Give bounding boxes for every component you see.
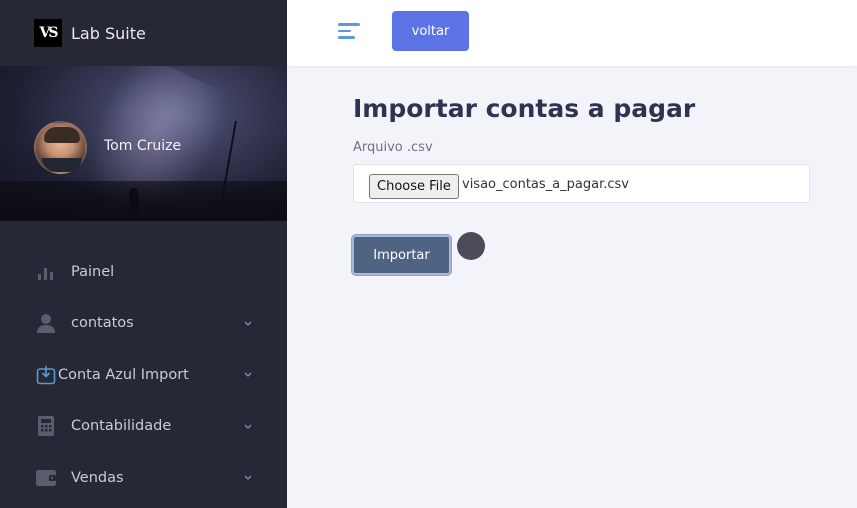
brand[interactable]: VS Lab Suite (0, 0, 287, 66)
download-box-icon (36, 365, 56, 385)
sidebar-item-label: Painel (71, 263, 115, 280)
ground-silhouette (0, 181, 287, 221)
file-input[interactable]: Choose File visao_contas_a_pagar.csv (353, 164, 810, 203)
sidebar-item-contatos[interactable]: contatos (0, 298, 287, 350)
sidebar-menu: Painel contatos Conta Azul Import Contab… (0, 246, 287, 504)
sidebar-item-painel[interactable]: Painel (0, 246, 287, 298)
sidebar-item-vendas[interactable]: Vendas (0, 452, 287, 504)
selected-file-name: visao_contas_a_pagar.csv (462, 177, 629, 192)
sidebar-item-contabilidade[interactable]: Contabilidade (0, 401, 287, 453)
topbar: voltar (287, 0, 857, 66)
bar-chart-icon (36, 262, 56, 282)
brand-logo: VS (34, 19, 62, 47)
person-silhouette (129, 188, 139, 212)
sidebar-item-label: contatos (71, 315, 134, 332)
profile-name[interactable]: Tom Cruize (104, 138, 181, 154)
back-button[interactable]: voltar (392, 11, 469, 51)
sidebar-item-conta-azul-import[interactable]: Conta Azul Import (0, 349, 287, 401)
brand-name: Lab Suite (71, 23, 146, 43)
sidebar-item-label: Conta Azul Import (58, 366, 189, 383)
chevron-down-icon (243, 473, 253, 483)
sidebar-item-label: Contabilidade (71, 418, 172, 435)
calculator-icon (36, 416, 56, 437)
chevron-down-icon (243, 318, 253, 328)
sidebar-item-label: Vendas (71, 469, 124, 486)
menu-toggle-icon[interactable] (338, 23, 360, 41)
avatar[interactable] (34, 121, 87, 174)
import-button[interactable]: Importar (352, 235, 451, 275)
file-field-label: Arquivo .csv (353, 140, 433, 155)
wallet-icon (36, 468, 56, 488)
page-title: Importar contas a pagar (353, 94, 696, 123)
sidebar: VS Lab Suite Tom Cruize Painel contatos (0, 0, 287, 508)
chevron-down-icon (243, 421, 253, 431)
user-icon (36, 313, 56, 334)
chevron-down-icon (243, 370, 253, 380)
avatar-hair (44, 127, 80, 143)
choose-file-button[interactable]: Choose File (369, 174, 459, 199)
loading-indicator (457, 232, 485, 260)
